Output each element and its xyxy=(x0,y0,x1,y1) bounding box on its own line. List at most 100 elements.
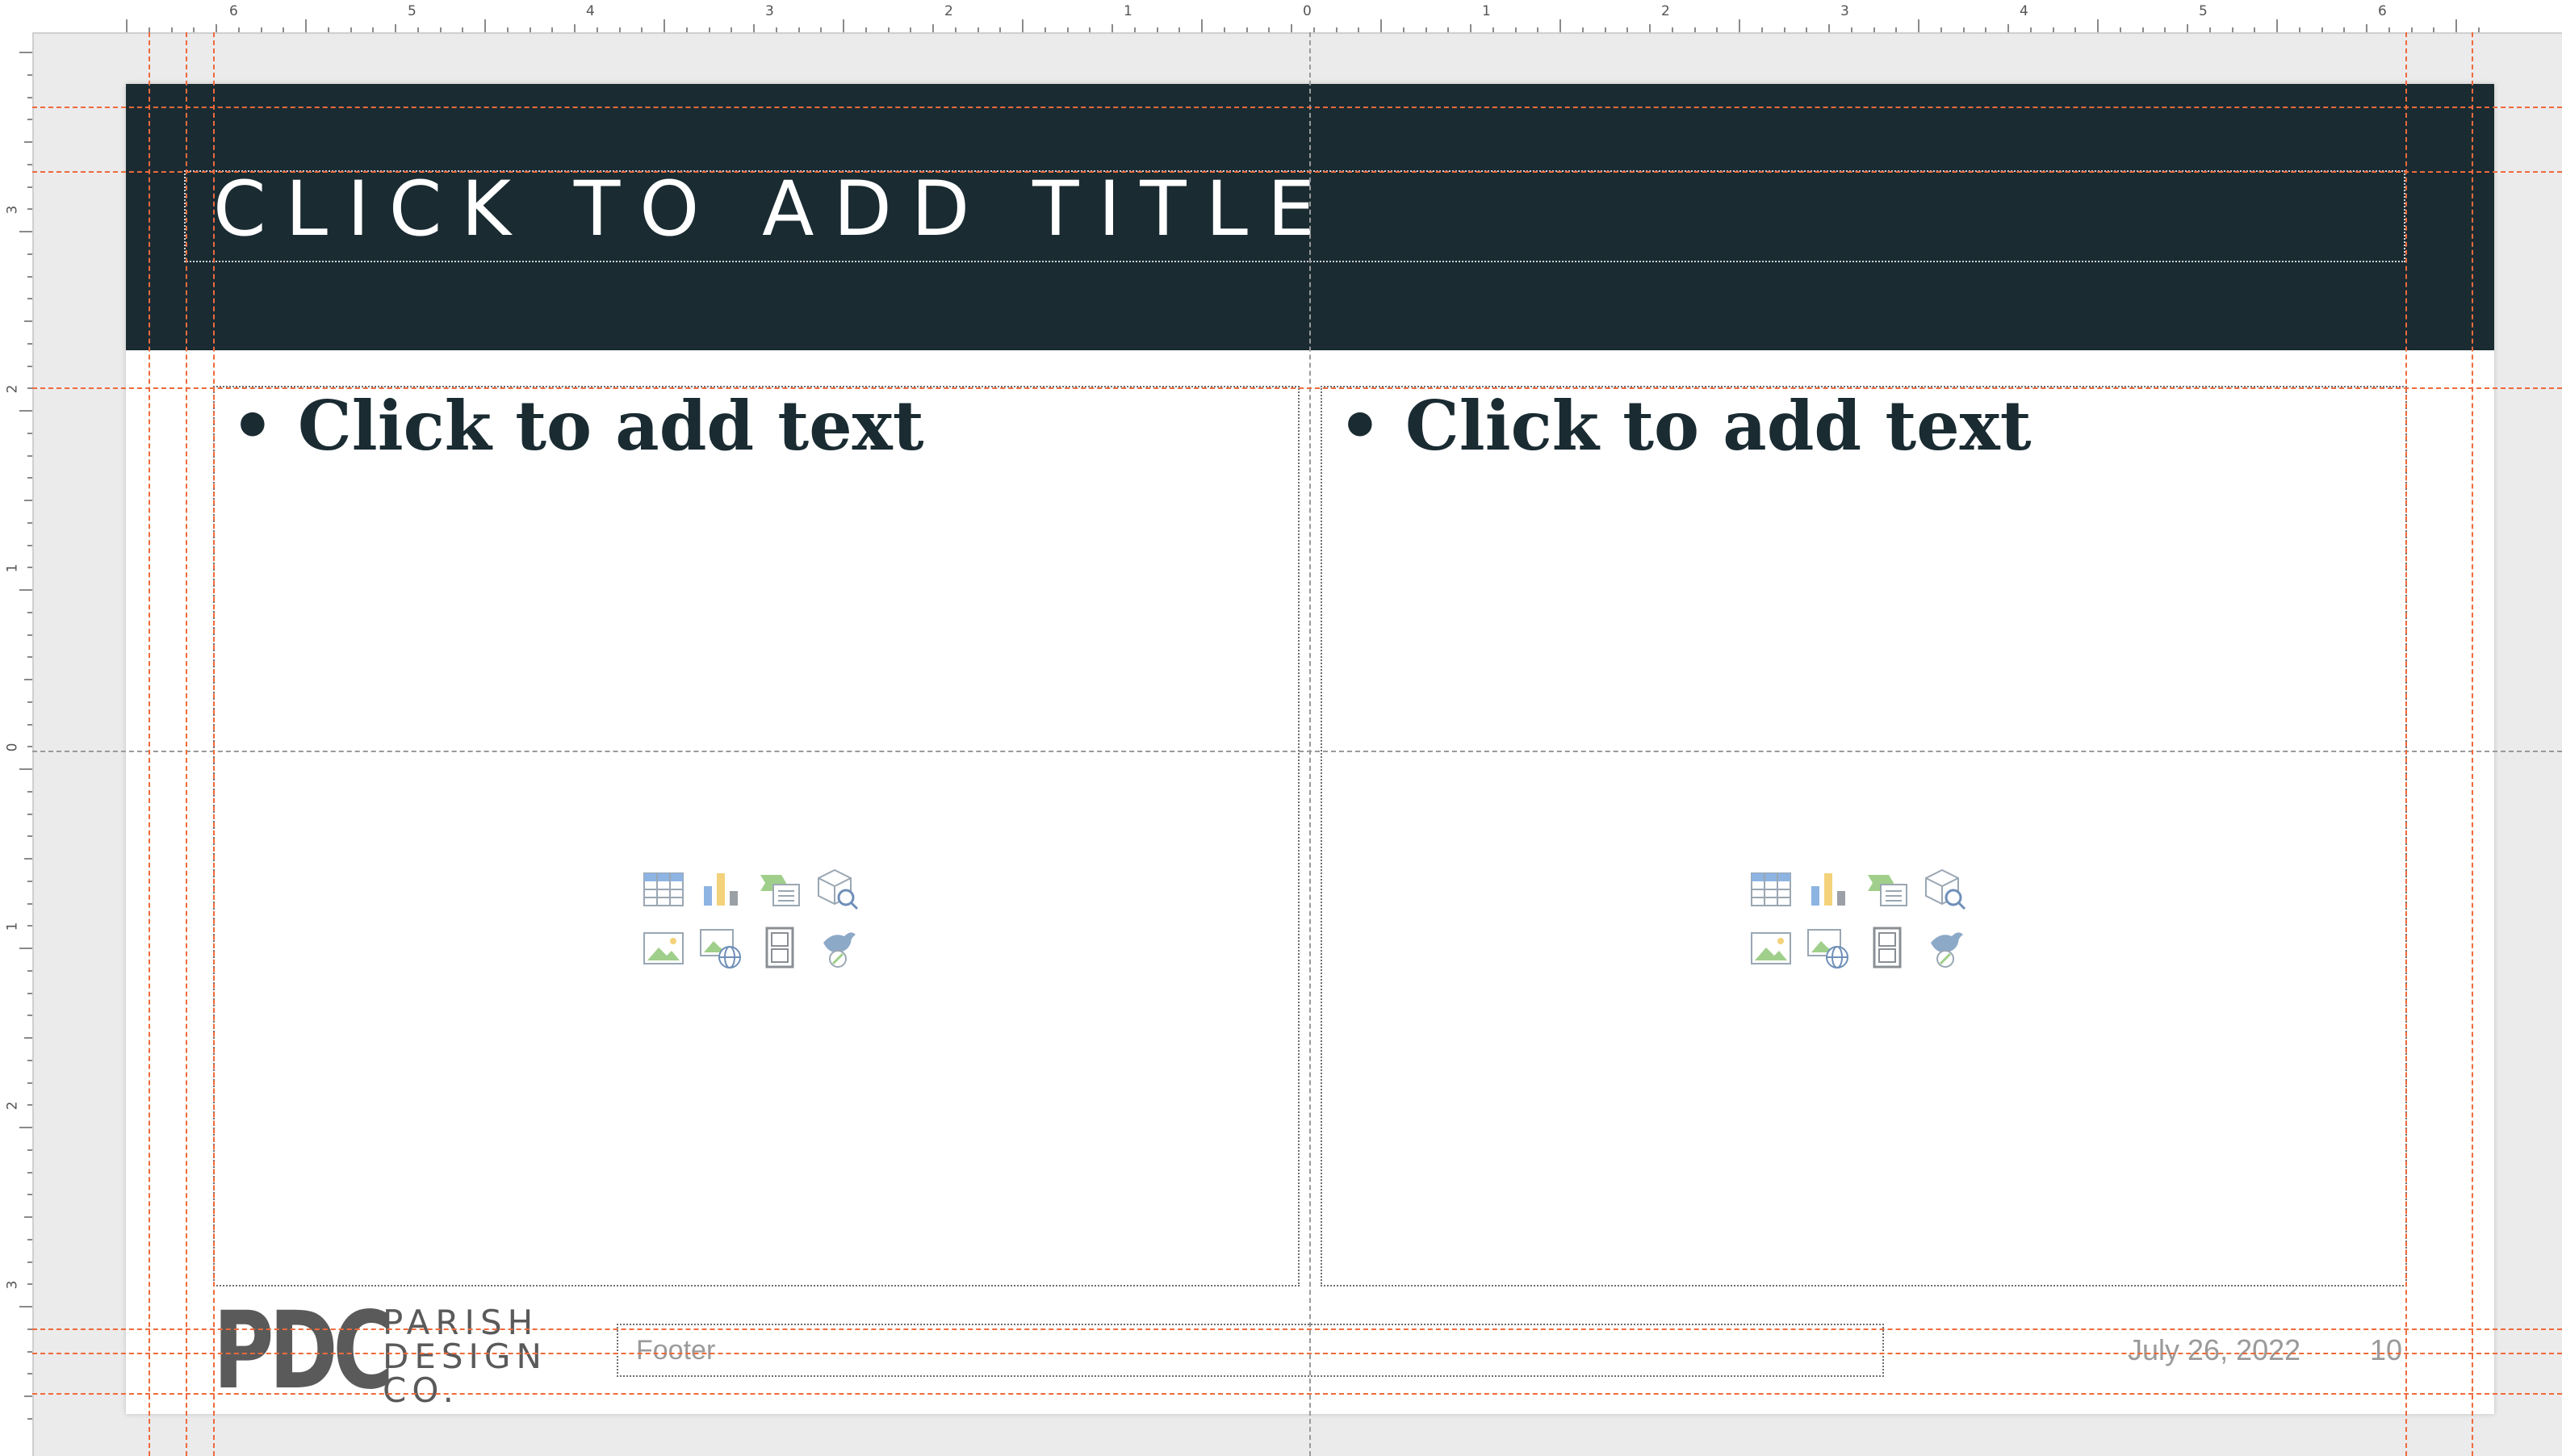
ruler-tick xyxy=(1492,27,1494,32)
guide-horizontal[interactable] xyxy=(32,1328,2562,1330)
ruler-tick xyxy=(708,27,710,32)
ruler-tick xyxy=(2477,27,2480,32)
ruler-tick xyxy=(27,723,32,726)
ruler-tick xyxy=(24,500,32,501)
picture-icon[interactable] xyxy=(641,923,686,972)
ruler-tick xyxy=(27,1082,32,1084)
ruler-tick xyxy=(551,27,554,32)
vertical-ruler[interactable]: 3 2 1 0 1 2 3 xyxy=(0,32,34,1456)
online-picture-icon[interactable] xyxy=(699,923,744,972)
ruler-tick xyxy=(1312,27,1315,32)
icon-icon[interactable] xyxy=(1923,923,1968,972)
ruler-tick xyxy=(1178,27,1181,32)
guide-horizontal[interactable] xyxy=(32,1393,2562,1395)
ruler-tick xyxy=(1089,27,1091,32)
ruler-tick xyxy=(1671,27,1673,32)
ruler-label: 1 xyxy=(1124,3,1132,19)
ruler-label: 3 xyxy=(765,3,774,19)
table-icon[interactable] xyxy=(641,865,686,914)
date-placeholder[interactable]: July 26, 2022 xyxy=(2128,1333,2300,1367)
guide-vertical[interactable] xyxy=(2472,32,2473,1456)
bullet-text: • Click to add text xyxy=(231,386,924,466)
chart-icon[interactable] xyxy=(699,865,744,914)
smartart-icon[interactable] xyxy=(1865,865,1910,914)
ruler-tick xyxy=(27,1148,32,1151)
ruler-tick xyxy=(596,27,598,32)
guide-vertical[interactable] xyxy=(2405,32,2407,1456)
content-placeholder-left[interactable]: • Click to add text xyxy=(213,386,1300,1287)
picture-icon[interactable] xyxy=(1748,923,1794,972)
ruler-label: 2 xyxy=(944,3,953,19)
logo-line: CO. xyxy=(383,1370,460,1410)
ruler-label: 6 xyxy=(2378,3,2387,19)
ruler-tick xyxy=(24,858,32,860)
ruler-tick xyxy=(27,163,32,165)
ruler-tick xyxy=(1268,27,1271,32)
title-placeholder[interactable]: CLICK TO ADD TITLE xyxy=(184,165,2405,262)
icon-icon[interactable] xyxy=(815,923,860,972)
ruler-tick xyxy=(1380,19,1382,32)
guide-vertical[interactable] xyxy=(149,32,150,1456)
ruler-label: 3 xyxy=(4,1280,21,1290)
ruler-tick xyxy=(260,27,262,32)
ruler-tick xyxy=(2097,19,2099,32)
3d-model-icon[interactable] xyxy=(815,865,860,914)
ruler-tick xyxy=(1760,27,1763,32)
chart-icon[interactable] xyxy=(1806,865,1852,914)
ruler-tick xyxy=(27,925,32,927)
ruler-tick xyxy=(1022,19,1024,32)
ruler-tick xyxy=(753,24,755,32)
guide-vertical[interactable] xyxy=(213,32,215,1456)
ruler-tick xyxy=(2388,27,2390,32)
ruler-tick xyxy=(27,544,32,546)
guide-horizontal[interactable] xyxy=(32,1353,2562,1354)
ruler-label: 0 xyxy=(1303,3,1312,19)
ruler-tick xyxy=(2254,27,2256,32)
video-icon[interactable] xyxy=(1865,923,1910,972)
ruler-tick xyxy=(283,27,285,32)
slide-number-placeholder[interactable]: 10 xyxy=(2370,1333,2402,1367)
table-icon[interactable] xyxy=(1748,865,1794,914)
ruler-tick xyxy=(27,567,32,569)
logo-mark: PDC xyxy=(213,1289,394,1413)
video-icon[interactable] xyxy=(757,923,802,972)
ruler-tick xyxy=(1604,27,1606,32)
ruler-tick xyxy=(462,27,464,32)
ruler-tick xyxy=(932,24,934,32)
horizontal-ruler[interactable]: 6 5 4 3 2 1 0 1 2 3 4 5 6 xyxy=(0,0,2562,34)
smartart-icon[interactable] xyxy=(757,865,802,914)
ruler-tick xyxy=(2410,27,2413,32)
ruler-tick xyxy=(372,27,375,32)
guide-horizontal[interactable] xyxy=(32,171,2562,173)
ruler-tick xyxy=(2141,27,2144,32)
ruler-tick xyxy=(27,902,32,905)
guide-horizontal[interactable] xyxy=(32,107,2562,108)
ruler-tick xyxy=(27,1194,32,1196)
center-guide-vertical[interactable] xyxy=(1309,32,1311,1456)
ruler-tick xyxy=(1537,27,1539,32)
ruler-tick xyxy=(19,1306,32,1307)
online-picture-icon[interactable] xyxy=(1806,923,1852,972)
ruler-tick xyxy=(2276,19,2278,32)
3d-model-icon[interactable] xyxy=(1923,865,1968,914)
ruler-tick xyxy=(1828,24,1830,32)
ruler-tick xyxy=(27,634,32,636)
title-placeholder-text: CLICK TO ADD TITLE xyxy=(213,165,1335,253)
ruler-tick xyxy=(2231,27,2233,32)
ruler-tick xyxy=(775,27,777,32)
content-placeholder-right[interactable]: • Click to add text xyxy=(1321,386,2407,1287)
ruler-tick xyxy=(170,27,173,32)
footer-placeholder[interactable]: Footer xyxy=(617,1324,1884,1377)
ruler-tick xyxy=(1425,27,1427,32)
guide-vertical[interactable] xyxy=(186,32,187,1456)
ruler-tick xyxy=(19,1127,32,1128)
ruler-tick xyxy=(27,1417,32,1420)
guide-horizontal[interactable] xyxy=(32,387,2562,389)
ruler-tick xyxy=(2455,19,2457,32)
ruler-tick xyxy=(350,27,352,32)
ruler-tick xyxy=(27,342,32,345)
ruler-label: 3 xyxy=(4,205,21,215)
center-guide-horizontal[interactable] xyxy=(32,751,2562,752)
ruler-tick xyxy=(27,1238,32,1241)
ruler-tick xyxy=(2164,27,2166,32)
